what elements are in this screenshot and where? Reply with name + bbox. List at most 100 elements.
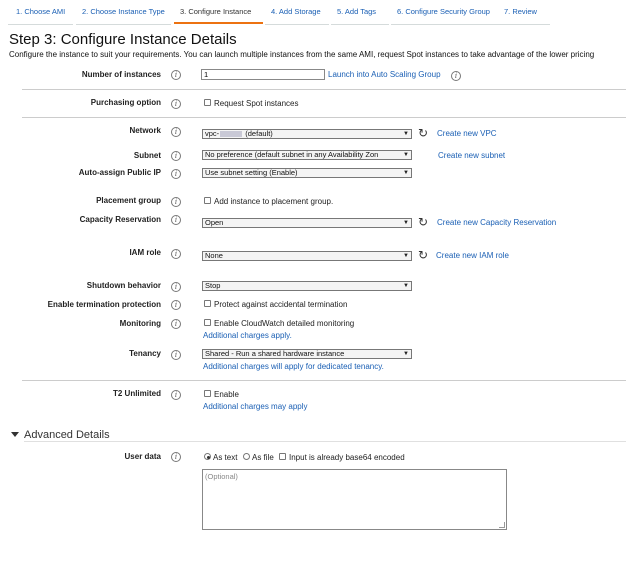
spot-checkbox-label: Request Spot instances [214,99,299,108]
refresh-icon[interactable]: ↻ [418,249,428,261]
info-icon[interactable]: i [171,350,181,360]
auto-scaling-link[interactable]: Launch into Auto Scaling Group [328,70,441,79]
tab-divider [76,24,171,25]
tab-divider [391,24,498,25]
page-subtitle: Configure the instance to suit your requ… [9,50,595,59]
info-icon[interactable]: i [171,197,181,207]
as-file-radio[interactable] [243,453,250,460]
info-icon[interactable]: i [171,319,181,329]
termination-checkbox[interactable] [204,300,211,307]
chevron-down-icon: ▼ [403,253,409,259]
info-icon[interactable]: i [171,249,181,259]
purchasing-label: Purchasing option [90,98,161,107]
chevron-down-icon: ▼ [403,283,409,289]
tab-review[interactable]: 7. Review [498,6,537,24]
shutdown-value: Stop [205,281,221,290]
placement-checkbox[interactable] [204,197,211,204]
shutdown-label: Shutdown behavior [86,281,161,290]
create-iam-role-link[interactable]: Create new IAM role [436,251,509,260]
network-label: Network [129,126,161,135]
iam-value: None [205,251,223,260]
network-value-prefix: vpc- [205,129,220,138]
info-icon[interactable]: i [171,215,181,225]
tab-divider [265,24,329,25]
monitoring-checkbox[interactable] [204,319,211,326]
subnet-value: No preference (default subnet in any Ava… [205,150,379,159]
page-title: Step 3: Configure Instance Details [9,31,237,48]
monitoring-checkbox-label: Enable CloudWatch detailed monitoring [214,319,355,328]
create-capacity-reservation-link[interactable]: Create new Capacity Reservation [437,218,556,227]
spot-checkbox[interactable] [204,99,211,106]
info-icon[interactable]: i [171,452,181,462]
refresh-icon[interactable]: ↻ [418,216,428,228]
info-icon[interactable]: i [171,99,181,109]
create-vpc-link[interactable]: Create new VPC [437,129,497,138]
resize-handle[interactable] [499,522,505,528]
info-icon[interactable]: i [171,282,181,292]
tab-divider [498,24,550,25]
divider [24,441,626,442]
redacted-id [220,131,243,138]
tab-configure-instance[interactable]: 3. Configure Instance [174,6,263,24]
shutdown-select[interactable]: Stop ▼ [202,281,412,291]
monitoring-label: Monitoring [119,319,161,328]
info-icon[interactable]: i [171,127,181,137]
user-data-label: User data [124,452,161,461]
placement-label: Placement group [96,196,161,205]
create-subnet-link[interactable]: Create new subnet [438,151,505,160]
caret-down-icon[interactable] [11,432,19,437]
as-text-label: As text [213,453,238,462]
info-icon[interactable]: i [171,390,181,400]
chevron-down-icon: ▼ [403,220,409,226]
t2-charges-note[interactable]: Additional charges may apply [203,402,308,411]
termination-label: Enable termination protection [47,300,161,309]
tab-choose-instance-type[interactable]: 2. Choose Instance Type [76,6,165,24]
chevron-down-icon: ▼ [403,351,409,357]
refresh-icon[interactable]: ↻ [418,127,428,139]
as-text-radio[interactable] [204,453,211,460]
subnet-select[interactable]: No preference (default subnet in any Ava… [202,150,412,160]
base64-checkbox[interactable] [279,453,286,460]
chevron-down-icon: ▼ [403,152,409,158]
tab-add-storage[interactable]: 4. Add Storage [265,6,321,24]
tab-divider [8,24,73,25]
base64-checkbox-label: Input is already base64 encoded [289,453,405,462]
as-file-label: As file [252,453,274,462]
subnet-label: Subnet [133,151,161,160]
tenancy-label: Tenancy [129,349,161,358]
tab-divider [331,24,389,25]
instances-input[interactable]: 1 [201,69,325,80]
placement-checkbox-label: Add instance to placement group. [214,197,334,206]
network-select[interactable]: vpc- (default) ▼ [202,129,412,139]
info-icon[interactable]: i [451,71,461,81]
info-icon[interactable]: i [171,151,181,161]
chevron-down-icon: ▼ [403,170,409,176]
instances-label: Number of instances [81,70,161,79]
tenancy-select[interactable]: Shared - Run a shared hardware instance … [202,349,412,359]
t2-checkbox[interactable] [204,390,211,397]
user-data-textarea[interactable]: (Optional) [202,469,507,530]
info-icon[interactable]: i [171,70,181,80]
iam-label: IAM role [129,248,161,257]
monitoring-charges-note[interactable]: Additional charges apply. [203,331,292,340]
capacity-label: Capacity Reservation [79,215,161,224]
iam-select[interactable]: None ▼ [202,251,412,261]
advanced-details-toggle[interactable]: Advanced Details [24,429,110,441]
public-ip-label: Auto-assign Public IP [78,168,161,177]
chevron-down-icon: ▼ [403,131,409,137]
capacity-select[interactable]: Open ▼ [202,218,412,228]
termination-checkbox-label: Protect against accidental termination [214,300,348,309]
tenancy-value: Shared - Run a shared hardware instance [205,349,345,358]
user-data-placeholder: (Optional) [205,472,238,481]
info-icon[interactable]: i [171,300,181,310]
tab-choose-ami[interactable]: 1. Choose AMI [10,6,65,24]
tab-add-tags[interactable]: 5. Add Tags [331,6,376,24]
tenancy-charges-note[interactable]: Additional charges will apply for dedica… [203,362,384,371]
public-ip-select[interactable]: Use subnet setting (Enable) ▼ [202,168,412,178]
info-icon[interactable]: i [171,169,181,179]
tab-configure-security-group[interactable]: 6. Configure Security Group [391,6,490,24]
divider [22,89,626,90]
t2-label: T2 Unlimited [112,389,161,398]
divider [22,380,626,381]
t2-checkbox-label: Enable [214,390,239,399]
